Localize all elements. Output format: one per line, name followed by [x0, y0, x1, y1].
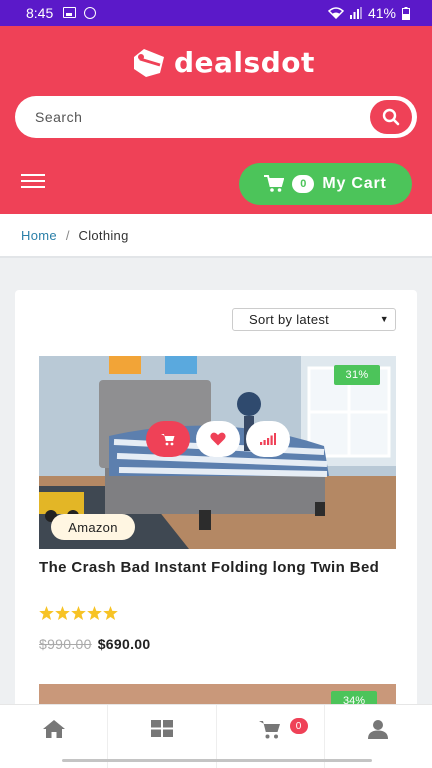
search-bar	[15, 96, 417, 138]
add-to-cart-button[interactable]	[146, 421, 190, 457]
product-image[interactable]: 31% Amazon	[39, 356, 396, 549]
cart-badge: 0	[289, 718, 308, 734]
dropdown-caret-icon: ▼	[379, 314, 389, 324]
cart-icon	[161, 433, 175, 445]
price-tag-icon	[130, 47, 168, 77]
battery-icon	[402, 6, 410, 20]
breadcrumb-current: Clothing	[78, 227, 129, 243]
star-icon	[39, 606, 54, 620]
brand-name: dealsdot	[174, 45, 315, 79]
breadcrumb-separator: /	[65, 227, 70, 243]
sort-select[interactable]: Sort by latest ▼	[232, 308, 396, 331]
hamburger-menu-icon[interactable]	[21, 174, 45, 188]
compare-button[interactable]	[246, 421, 290, 457]
brand-logo[interactable]: dealsdot	[130, 42, 315, 82]
current-price: $690.00	[97, 636, 151, 652]
sort-selected-value: Sort by latest	[249, 312, 330, 327]
add-to-wishlist-button[interactable]	[196, 421, 240, 457]
cart-icon	[259, 721, 281, 739]
signal-icon	[349, 7, 362, 19]
product-prices: $990.00 $690.00	[39, 636, 150, 652]
my-cart-label: My Cart	[322, 175, 387, 192]
star-icon	[55, 606, 70, 620]
status-bar: 8:45 41%	[0, 0, 432, 26]
star-icon	[87, 606, 102, 620]
user-icon	[368, 720, 389, 739]
cart-count-badge: 0	[292, 175, 315, 193]
status-time: 8:45	[26, 5, 54, 21]
star-icon	[103, 606, 118, 620]
star-icon	[71, 606, 86, 620]
gallery-notification-icon	[63, 7, 77, 18]
heart-icon	[210, 432, 226, 446]
product-title[interactable]: The Crash Bad Instant Folding long Twin …	[39, 558, 399, 578]
wifi-icon	[327, 7, 344, 19]
my-cart-button[interactable]: 0 My Cart	[239, 163, 412, 205]
app-header: dealsdot 0 My Cart	[0, 26, 432, 214]
search-icon	[382, 108, 400, 126]
signal-bars-icon	[260, 433, 276, 445]
search-button[interactable]	[370, 100, 412, 134]
grid-icon	[150, 720, 173, 737]
product-listing-card: Sort by latest ▼ 31% Amazon The Crash Ba…	[15, 290, 417, 720]
breadcrumb-home-link[interactable]: Home	[21, 228, 57, 243]
rating-stars	[39, 606, 118, 620]
discount-badge: 31%	[334, 365, 380, 385]
home-icon	[42, 720, 65, 738]
old-price: $990.00	[39, 636, 92, 652]
battery-percent: 41%	[367, 5, 396, 21]
gesture-bar	[62, 759, 372, 762]
breadcrumb: Home / Clothing	[0, 214, 432, 258]
cart-icon	[264, 175, 285, 192]
search-input[interactable]	[35, 109, 355, 125]
store-badge: Amazon	[51, 514, 135, 540]
app-notification-icon	[84, 7, 97, 19]
